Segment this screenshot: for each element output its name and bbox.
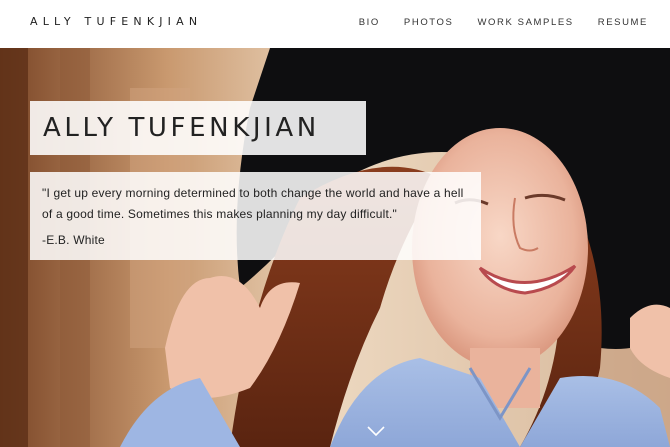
- hero-title-box: ALLY TUFENKJIAN: [30, 101, 366, 155]
- top-navigation-bar: ALLY TUFENKJIAN BIO PHOTOS WORK SAMPLES …: [0, 0, 670, 48]
- nav-photos[interactable]: PHOTOS: [404, 17, 454, 28]
- site-logo-text[interactable]: ALLY TUFENKJIAN: [30, 15, 202, 28]
- page: ALLY TUFENKJIAN BIO PHOTOS WORK SAMPLES …: [0, 0, 670, 447]
- nav-bio[interactable]: BIO: [359, 17, 380, 28]
- quote-text: "I get up every morning determined to bo…: [42, 186, 464, 221]
- nav-work-samples[interactable]: WORK SAMPLES: [477, 17, 573, 28]
- quote-box: "I get up every morning determined to bo…: [30, 172, 481, 260]
- chevron-down-icon[interactable]: [366, 424, 386, 438]
- quote-author: -E.B. White: [42, 233, 105, 247]
- hero-title: ALLY TUFENKJIAN: [43, 113, 320, 143]
- nav-resume[interactable]: RESUME: [598, 17, 648, 28]
- main-nav: BIO PHOTOS WORK SAMPLES RESUME: [359, 17, 648, 28]
